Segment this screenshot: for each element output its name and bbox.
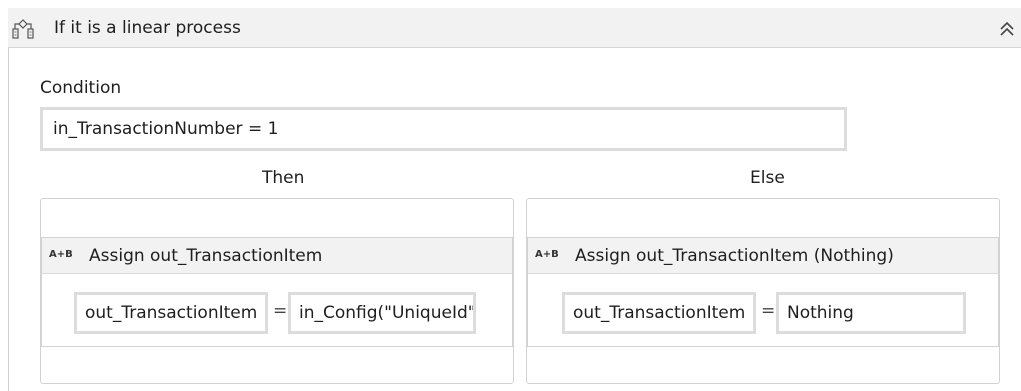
else-assign-to-field[interactable]: out_TransactionItem	[562, 292, 756, 334]
else-assign-value-field[interactable]: Nothing	[776, 292, 966, 334]
else-assign-operator: =	[761, 301, 776, 321]
else-assign-header[interactable]: A+B Assign out_TransactionItem (Nothing)	[528, 238, 998, 274]
then-assign-operator: =	[273, 301, 288, 321]
assign-icon: A+B	[49, 249, 73, 260]
if-branch-icon	[12, 19, 34, 41]
assign-icon: A+B	[535, 249, 559, 260]
then-assign-activity[interactable]: A+B Assign out_TransactionItem out_Trans…	[41, 237, 513, 347]
if-activity-designer: If it is a linear process Condition in_T…	[0, 0, 1021, 391]
condition-label: Condition	[40, 78, 122, 98]
else-label: Else	[750, 168, 785, 188]
activity-title: If it is a linear process	[54, 18, 241, 38]
then-assign-header[interactable]: A+B Assign out_TransactionItem	[42, 238, 512, 274]
else-branch-container[interactable]: A+B Assign out_TransactionItem (Nothing)…	[526, 198, 1000, 384]
else-assign-title: Assign out_TransactionItem (Nothing)	[575, 246, 894, 266]
else-assign-activity[interactable]: A+B Assign out_TransactionItem (Nothing)…	[527, 237, 999, 347]
then-label: Then	[262, 168, 305, 188]
then-assign-value-field[interactable]: in_Config("UniqueId")	[288, 292, 476, 334]
then-assign-title: Assign out_TransactionItem	[89, 246, 323, 266]
then-branch-container[interactable]: A+B Assign out_TransactionItem out_Trans…	[40, 198, 514, 384]
condition-input[interactable]: in_TransactionNumber = 1	[40, 107, 847, 151]
then-assign-to-field[interactable]: out_TransactionItem	[74, 292, 268, 334]
double-chevron-up-icon[interactable]	[998, 19, 1016, 39]
